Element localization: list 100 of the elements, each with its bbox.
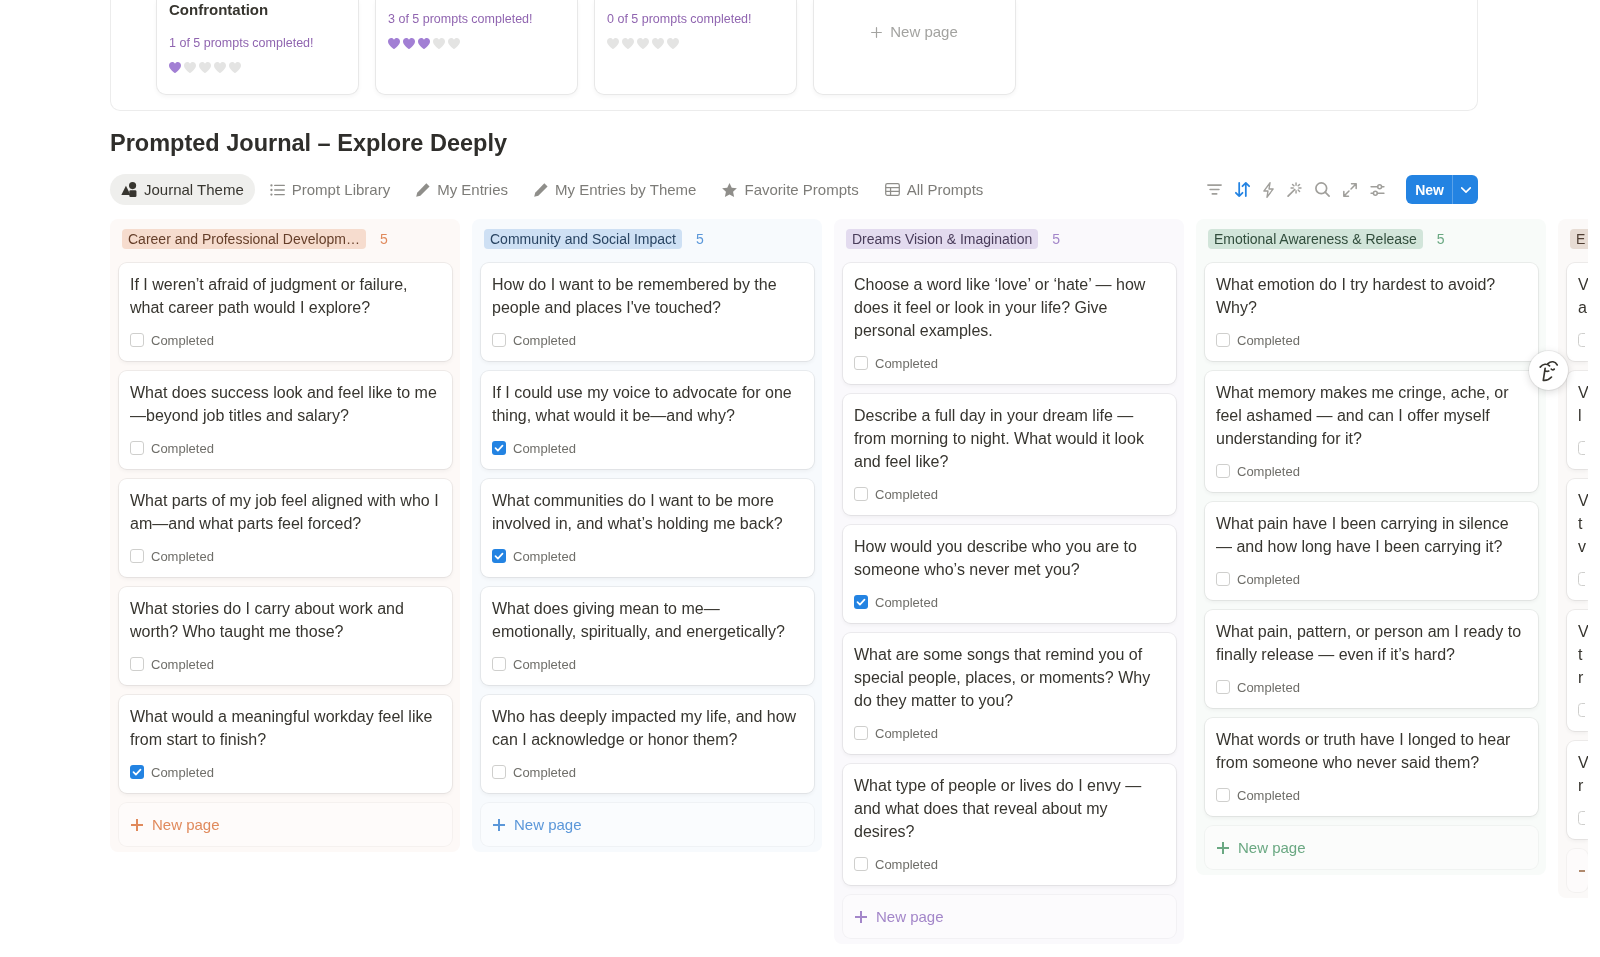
checkbox-label: Completed bbox=[151, 548, 214, 564]
checkbox[interactable] bbox=[492, 441, 506, 455]
prompt-card[interactable]: What memory makes me cringe, ache, or feel ashamed — and can I offer myself understanding for it? Completed bbox=[1205, 371, 1538, 492]
view-tab[interactable]: Favorite Prompts bbox=[711, 174, 870, 205]
checkbox[interactable] bbox=[1216, 333, 1230, 347]
prompt-card[interactable]: What would a meaningful workday feel like from start to finish? Completed bbox=[119, 695, 452, 793]
prompt-text: V r bbox=[1578, 753, 1588, 796]
prompt-text: What would a meaningful workday feel like from start to finish? bbox=[130, 707, 434, 750]
checkbox[interactable] bbox=[1578, 703, 1585, 717]
prompt-card[interactable]: If I could use my voice to advocate for one thing, what would it be—and why? Completed bbox=[481, 371, 814, 469]
prompt-card[interactable]: What type of people or lives do I envy — and what does that reveal about my desires? Completed bbox=[843, 764, 1176, 885]
prompt-text: If I could use my voice to advocate for one thing, what would it be—and why? bbox=[492, 383, 793, 426]
checkbox[interactable] bbox=[854, 595, 868, 609]
checkbox-label: Completed bbox=[513, 440, 576, 456]
view-tab[interactable]: All Prompts bbox=[873, 174, 995, 205]
sort-icon[interactable] bbox=[1235, 182, 1251, 197]
prompt-card[interactable]: What emotion do I try hardest to avoid? Why? Completed bbox=[1205, 263, 1538, 361]
prompt-card[interactable]: What pain, pattern, or person am I ready to finally release — even if it’s hard? Completed bbox=[1205, 610, 1538, 708]
view-tab[interactable]: Prompt Library bbox=[258, 174, 402, 205]
sliders-icon[interactable] bbox=[1370, 183, 1386, 196]
group-tag: Dreams Vision & Imagination bbox=[846, 229, 1039, 249]
filter-icon[interactable] bbox=[1207, 184, 1223, 195]
heart-icon bbox=[184, 62, 196, 73]
lightning-icon[interactable] bbox=[1263, 181, 1275, 198]
view-tab[interactable]: Journal Theme bbox=[110, 174, 255, 205]
checkbox[interactable] bbox=[492, 333, 506, 347]
prompt-card[interactable]: If I weren’t afraid of judgment or failure, what career path would I explore? Completed bbox=[119, 263, 452, 361]
checkbox[interactable] bbox=[492, 549, 506, 563]
caret-icon bbox=[1460, 186, 1471, 193]
prompt-card[interactable]: What words or truth have I longed to hear from someone who never said them? Completed bbox=[1205, 718, 1538, 816]
group-tag: E bbox=[1570, 229, 1588, 249]
view-tab[interactable]: My Entries by Theme bbox=[523, 174, 708, 205]
checkbox[interactable] bbox=[1216, 572, 1230, 586]
heart-icon bbox=[667, 38, 679, 49]
checkbox[interactable] bbox=[854, 356, 868, 370]
checkbox-label: Completed bbox=[513, 764, 576, 780]
page-title: Prompted Journal – Explore Deeply bbox=[110, 129, 507, 158]
checkbox[interactable] bbox=[1578, 811, 1585, 825]
prompt-card[interactable]: What pain have I been carrying in silence — and how long have I been carrying it? Completed bbox=[1205, 502, 1538, 600]
magic-wand-icon[interactable] bbox=[1287, 182, 1303, 197]
prompt-card[interactable]: V t v bbox=[1567, 479, 1588, 600]
prompt-card[interactable]: V t r bbox=[1567, 610, 1588, 731]
checkbox-label: Completed bbox=[875, 355, 938, 371]
prompt-card[interactable]: How do I want to be remembered by the people and places I've touched? Completed bbox=[481, 263, 814, 361]
heart-icon bbox=[199, 62, 211, 73]
gallery-card[interactable]: 0 of 5 prompts completed! bbox=[594, 0, 797, 95]
search-icon[interactable] bbox=[1315, 182, 1331, 197]
item-count: 5 bbox=[1436, 230, 1445, 249]
prompt-card[interactable]: Describe a full day in your dream life — from morning to night. What would it look and feel like? Completed bbox=[843, 394, 1176, 515]
prompt-card[interactable]: What does success look and feel like to me—beyond job titles and salary? Completed bbox=[119, 371, 452, 469]
prompt-text: What does success look and feel like to me—beyond job titles and salary? bbox=[130, 383, 438, 426]
checkbox[interactable] bbox=[492, 657, 506, 671]
prompt-card[interactable]: What communities do I want to be more involved in, and what’s holding me back? Completed bbox=[481, 479, 814, 577]
prompt-text: What parts of my job feel aligned with who I am—and what parts feel forced? bbox=[130, 491, 440, 534]
pencil-icon bbox=[416, 182, 431, 197]
gallery-card[interactable]: 3 of 5 prompts completed! bbox=[375, 0, 578, 95]
prompt-card[interactable]: Choose a word like ‘love’ or ‘hate’ — how does it feel or look in your life? Give personal examples. Completed bbox=[843, 263, 1176, 384]
checkbox[interactable] bbox=[854, 487, 868, 501]
prompt-text: What type of people or lives do I envy — and what does that reveal about my desires? bbox=[854, 776, 1143, 842]
prompt-card[interactable]: V a bbox=[1567, 263, 1588, 361]
prompt-text: What memory makes me cringe, ache, or feel ashamed — and can I offer myself understanding for it? bbox=[1216, 383, 1510, 449]
gallery-card[interactable]: Confrontation 1 of 5 prompts completed! bbox=[156, 0, 359, 95]
prompt-text: What are some songs that remind you of special people, places, or moments? Why do they matter to you? bbox=[854, 645, 1152, 711]
view-tab[interactable]: My Entries bbox=[405, 174, 519, 205]
checkbox[interactable] bbox=[1578, 441, 1585, 455]
checkbox[interactable] bbox=[1216, 680, 1230, 694]
new-page-button[interactable] bbox=[1567, 849, 1588, 892]
checkbox[interactable] bbox=[1216, 464, 1230, 478]
prompt-text: Choose a word like ‘love’ or ‘hate’ — how does it feel or look in your life? Give personal examples. bbox=[854, 275, 1147, 341]
checkbox[interactable] bbox=[854, 726, 868, 740]
prompt-card[interactable]: What stories do I carry about work and worth? Who taught me those? Completed bbox=[119, 587, 452, 685]
checkbox[interactable] bbox=[1578, 333, 1585, 347]
prompt-card[interactable]: What does giving mean to me—emotionally, spiritually, and energetically? Completed bbox=[481, 587, 814, 685]
checkbox[interactable] bbox=[130, 333, 144, 347]
prompt-card[interactable]: V r bbox=[1567, 741, 1588, 839]
expand-icon[interactable] bbox=[1343, 182, 1358, 197]
checkbox-label: Completed bbox=[151, 656, 214, 672]
checkbox[interactable] bbox=[1216, 788, 1230, 802]
list-icon bbox=[269, 183, 285, 196]
prompt-card[interactable]: V l bbox=[1567, 371, 1588, 469]
checkbox[interactable] bbox=[1578, 572, 1585, 586]
group-tag: Community and Social Impact bbox=[484, 229, 682, 249]
new-dropdown-button[interactable] bbox=[1452, 175, 1478, 204]
prompt-text: What words or truth have I longed to hear from someone who never said them? bbox=[1216, 730, 1512, 773]
checkbox[interactable] bbox=[492, 765, 506, 779]
checkbox[interactable] bbox=[130, 657, 144, 671]
checkbox-label: Completed bbox=[1237, 463, 1300, 479]
checkbox[interactable] bbox=[130, 441, 144, 455]
heart-icon bbox=[448, 38, 460, 49]
checkbox[interactable] bbox=[130, 765, 144, 779]
prompt-text: If I weren’t afraid of judgment or failure, what career path would I explore? bbox=[130, 275, 409, 318]
prompt-card[interactable]: What are some songs that remind you of special people, places, or moments? Why do they matter to you? Completed bbox=[843, 633, 1176, 754]
prompt-text: How would you describe who you are to someone who’s never met you? bbox=[854, 537, 1138, 580]
checkbox[interactable] bbox=[854, 857, 868, 871]
prompt-card[interactable]: What parts of my job feel aligned with who I am—and what parts feel forced? Completed bbox=[119, 479, 452, 577]
prompt-card[interactable]: How would you describe who you are to someone who’s never met you? Completed bbox=[843, 525, 1176, 623]
checkbox[interactable] bbox=[130, 549, 144, 563]
new-button[interactable]: New bbox=[1406, 175, 1452, 204]
prompt-card[interactable]: Who has deeply impacted my life, and how can I acknowledge or honor them? Completed bbox=[481, 695, 814, 793]
checkbox-label: Completed bbox=[513, 332, 576, 348]
